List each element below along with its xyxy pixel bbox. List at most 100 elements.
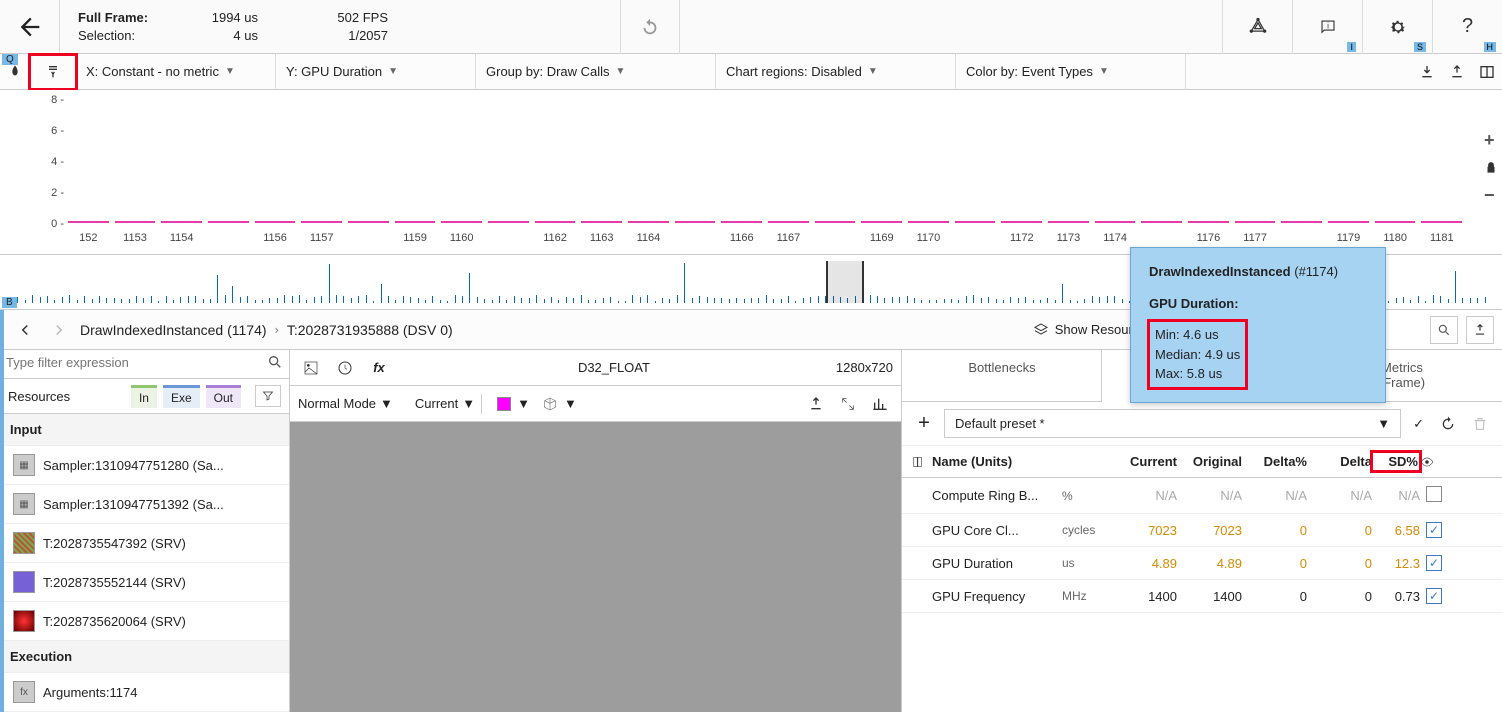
arrow-left-icon bbox=[16, 321, 34, 339]
nav-forward-button[interactable] bbox=[46, 317, 72, 343]
clock-icon bbox=[337, 360, 353, 376]
thumbnail-icon: ▦ bbox=[13, 454, 35, 476]
tooltip: DrawIndexedInstanced (#1174) GPU Duratio… bbox=[1130, 247, 1386, 403]
resource-item[interactable]: T:2028735552144 (SRV) bbox=[0, 563, 289, 602]
triangle-nodes-icon bbox=[1248, 17, 1268, 37]
preset-dropdown[interactable]: Default preset *▼ bbox=[944, 409, 1401, 438]
fit-button[interactable] bbox=[835, 391, 861, 417]
regions-dropdown[interactable]: Chart regions: Disabled▼ bbox=[716, 54, 956, 90]
resources-filter-input[interactable] bbox=[6, 355, 261, 370]
bar-chart[interactable]: 0 -2 -4 -6 -8 - 152115311541156115711591… bbox=[0, 90, 1502, 255]
history-button[interactable] bbox=[332, 355, 358, 381]
checkbox[interactable]: ✓ bbox=[1426, 522, 1442, 538]
fx-icon: fx bbox=[13, 681, 35, 703]
help-icon: ? bbox=[1462, 15, 1473, 38]
comment-info-icon: i bbox=[1319, 18, 1337, 36]
breadcrumb-item[interactable]: DrawIndexedInstanced (1174) bbox=[80, 322, 267, 338]
thumbnail-icon bbox=[13, 610, 35, 632]
panel-icon bbox=[1479, 64, 1495, 80]
zoom-out-button[interactable]: − bbox=[1484, 185, 1498, 206]
groupby-dropdown[interactable]: Group by: Draw Calls▼ bbox=[476, 54, 716, 90]
breadcrumb-item[interactable]: T:2028731935888 (DSV 0) bbox=[287, 322, 453, 338]
image-view-button[interactable] bbox=[298, 355, 324, 381]
metric-row[interactable]: Compute Ring B...%N/AN/AN/AN/AN/A bbox=[902, 478, 1502, 514]
columns-icon[interactable] bbox=[912, 455, 932, 469]
fps-info: 502 FPS 1/2057 bbox=[298, 10, 388, 43]
help-button[interactable]: ?H bbox=[1432, 0, 1502, 54]
upload-icon bbox=[808, 396, 824, 412]
stack-button[interactable] bbox=[30, 55, 76, 89]
svg-text:i: i bbox=[1327, 21, 1329, 30]
download-icon bbox=[1419, 64, 1435, 80]
upload-icon bbox=[1449, 64, 1465, 80]
thumbnail-icon bbox=[13, 532, 35, 554]
upload-icon bbox=[1473, 323, 1487, 337]
filter-in-pill[interactable]: In bbox=[131, 385, 157, 408]
resource-item[interactable]: T:2028735620064 (SRV) bbox=[0, 602, 289, 641]
thumbnail-icon bbox=[13, 571, 35, 593]
resource-item[interactable]: ▦Sampler:1310947751280 (Sa... bbox=[0, 446, 289, 485]
filter-out-pill[interactable]: Out bbox=[206, 385, 241, 408]
filter-funnel-button[interactable] bbox=[255, 385, 281, 407]
fx-icon: fx bbox=[373, 360, 385, 375]
search-icon[interactable] bbox=[1430, 316, 1458, 344]
resource-item[interactable]: fxArguments:1174 bbox=[0, 673, 289, 712]
delete-preset-button[interactable] bbox=[1468, 412, 1492, 436]
checkbox[interactable]: ✓ bbox=[1426, 555, 1442, 571]
bars-icon bbox=[872, 396, 888, 412]
resources-label: Resources bbox=[8, 389, 70, 404]
metric-row[interactable]: GPU Core Cl...cycles70237023006.58✓ bbox=[902, 514, 1502, 547]
histogram-button[interactable] bbox=[867, 391, 893, 417]
metric-row[interactable]: GPU Durationus4.894.890012.3✓ bbox=[902, 547, 1502, 580]
back-button[interactable] bbox=[0, 0, 60, 54]
frame-info: Full Frame:1994 us Selection:4 us bbox=[78, 10, 258, 43]
download-chart-button[interactable] bbox=[1412, 57, 1442, 87]
search-icon[interactable] bbox=[267, 354, 283, 370]
x-axis-dropdown[interactable]: X: Constant - no metric▼ bbox=[76, 54, 276, 90]
resource-item[interactable]: ▦Sampler:1310947751392 (Sa... bbox=[0, 485, 289, 524]
export-metrics-button[interactable] bbox=[1466, 316, 1494, 344]
mode-dropdown[interactable]: Normal Mode ▼ bbox=[298, 396, 393, 411]
eye-icon[interactable] bbox=[1420, 455, 1448, 469]
refresh-preset-button[interactable] bbox=[1436, 412, 1460, 436]
thumbnail-icon: ▦ bbox=[13, 493, 35, 515]
chevron-right-icon: › bbox=[275, 322, 279, 337]
arrow-right-icon bbox=[50, 321, 68, 339]
fx-button[interactable]: fx bbox=[366, 355, 392, 381]
cube-button[interactable] bbox=[542, 396, 558, 412]
collapse-icon bbox=[45, 64, 61, 80]
gear-icon bbox=[1388, 17, 1408, 37]
arrow-left-icon bbox=[16, 13, 44, 41]
layers-icon bbox=[1033, 322, 1049, 338]
flame-icon bbox=[7, 64, 23, 80]
image-icon bbox=[303, 360, 319, 376]
nav-back-button[interactable] bbox=[12, 317, 38, 343]
resource-item[interactable]: T:2028735547392 (SRV) bbox=[0, 524, 289, 563]
refresh-icon bbox=[1440, 416, 1456, 432]
tab-bottlenecks[interactable]: Bottlenecks bbox=[902, 350, 1102, 401]
resource-viewer-canvas[interactable] bbox=[290, 422, 901, 712]
reload-button[interactable] bbox=[620, 0, 680, 54]
apply-preset-button[interactable]: ✓ bbox=[1409, 412, 1428, 436]
graph-tool-button[interactable] bbox=[1222, 0, 1292, 54]
filter-exe-pill[interactable]: Exe bbox=[163, 385, 200, 408]
panel-button[interactable] bbox=[1472, 57, 1502, 87]
input-section-header: Input bbox=[0, 414, 289, 446]
info-button[interactable]: iI bbox=[1292, 0, 1362, 54]
export-image-button[interactable] bbox=[803, 391, 829, 417]
funnel-icon bbox=[262, 390, 274, 402]
colorby-dropdown[interactable]: Color by: Event Types▼ bbox=[956, 54, 1186, 90]
settings-button[interactable]: S bbox=[1362, 0, 1432, 54]
fit-icon bbox=[840, 396, 856, 412]
checkbox[interactable] bbox=[1426, 486, 1442, 502]
color-swatch[interactable] bbox=[497, 397, 511, 411]
y-axis-dropdown[interactable]: Y: GPU Duration▼ bbox=[276, 54, 476, 90]
execution-section-header: Execution bbox=[0, 641, 289, 673]
lock-button[interactable] bbox=[1484, 161, 1498, 175]
export-chart-button[interactable] bbox=[1442, 57, 1472, 87]
current-dropdown[interactable]: Current ▼ bbox=[415, 396, 475, 411]
add-preset-button[interactable]: + bbox=[912, 412, 936, 435]
zoom-in-button[interactable]: + bbox=[1484, 130, 1498, 151]
metric-row[interactable]: GPU FrequencyMHz14001400000.73✓ bbox=[902, 580, 1502, 613]
checkbox[interactable]: ✓ bbox=[1426, 588, 1442, 604]
